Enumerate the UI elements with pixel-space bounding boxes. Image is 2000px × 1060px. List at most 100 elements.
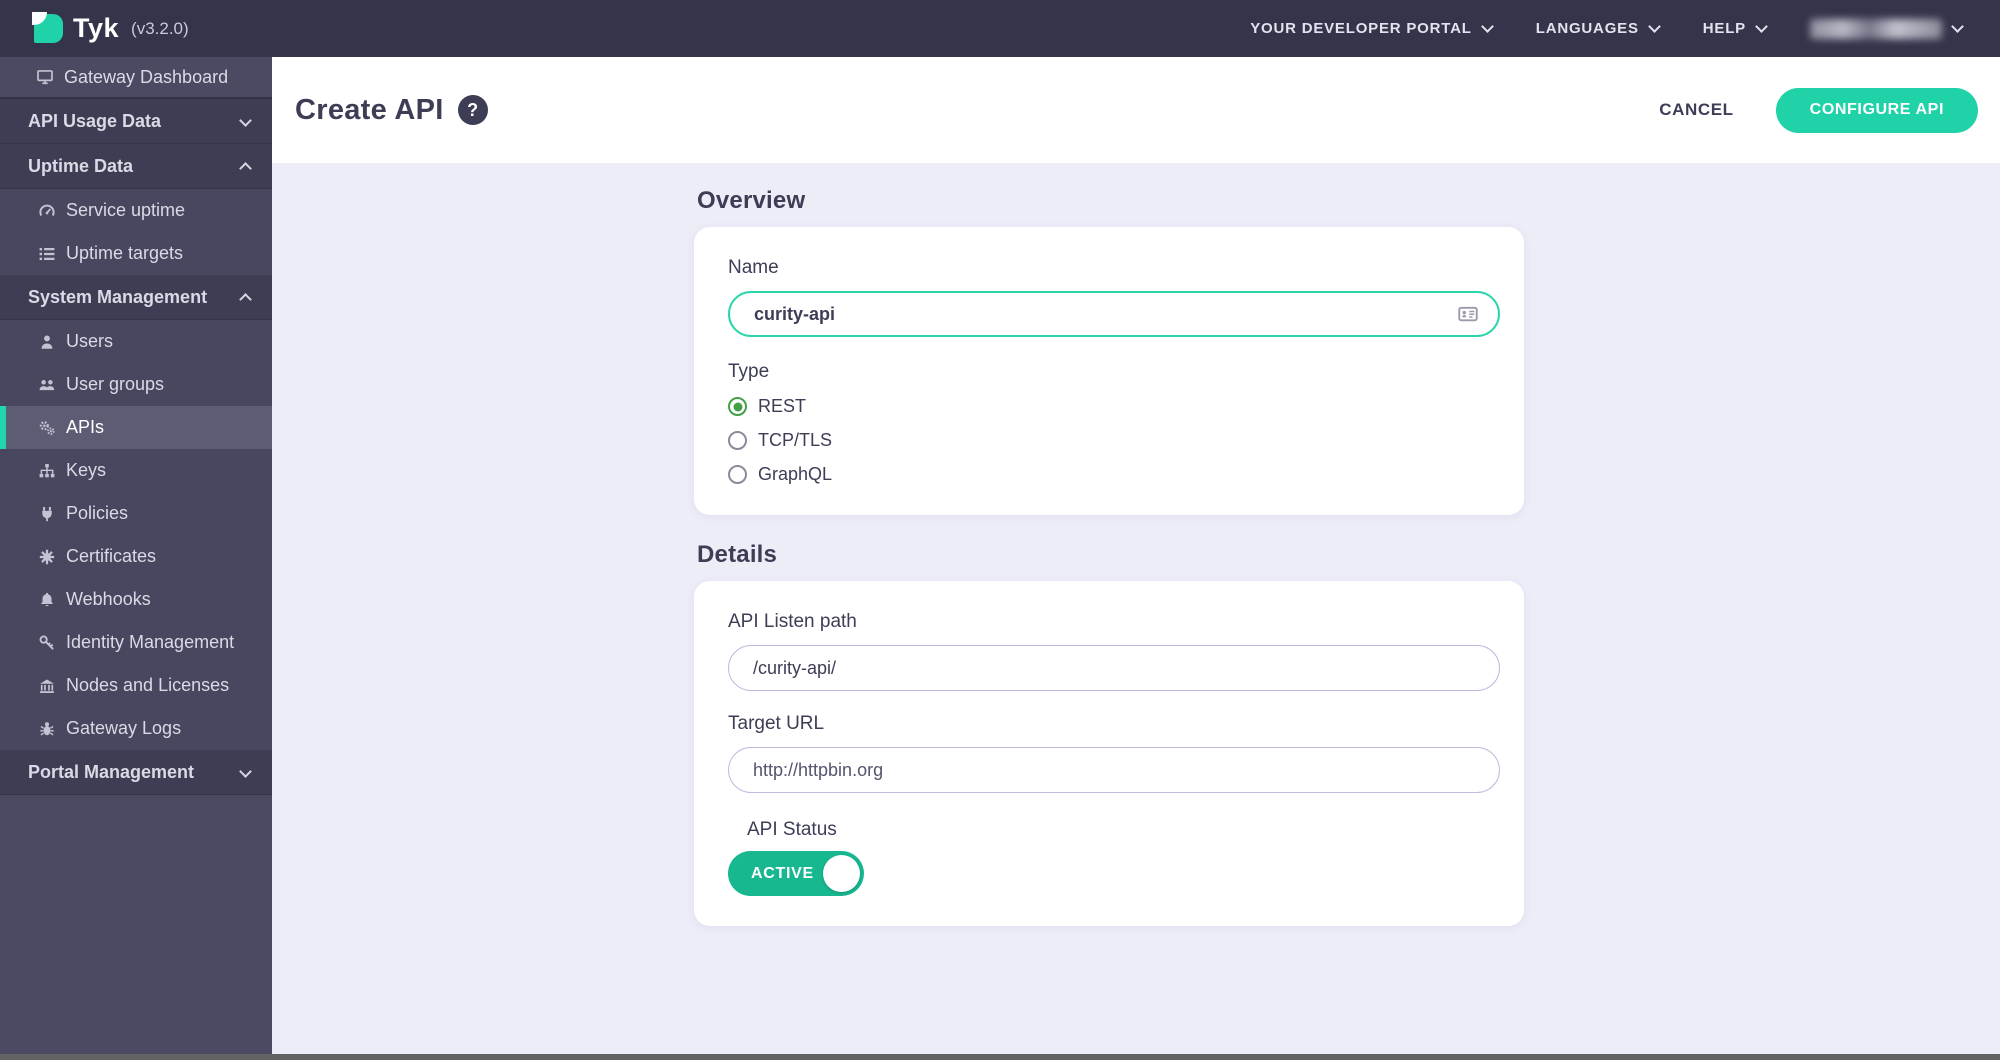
type-label: Type	[728, 361, 770, 382]
details-heading: Details	[697, 541, 778, 568]
sidebar-item-label: Nodes and Licenses	[66, 675, 230, 695]
tyk-logo[interactable]: Tyk (v3.2.0)	[0, 12, 189, 44]
sidebar-item-policies[interactable]: Policies	[0, 492, 272, 535]
sidebar-item-webhooks[interactable]: Webhooks	[0, 578, 272, 621]
sidebar-item-certificates[interactable]: Certificates	[0, 535, 272, 578]
sidebar-item-identity-management[interactable]: Identity Management	[0, 621, 272, 664]
list-icon	[38, 245, 56, 263]
certificate-seal-icon	[38, 548, 56, 566]
radio-unselected-icon[interactable]	[728, 465, 747, 484]
gauge-icon	[38, 202, 56, 220]
toggle-active-label: ACTIVE	[751, 864, 814, 882]
sidebar-item-label: Gateway Logs	[66, 718, 182, 738]
sidebar-section-system-management[interactable]: System Management	[0, 275, 272, 320]
sidebar-item-label: Policies	[66, 503, 129, 523]
window-bottom-edge	[0, 1054, 2000, 1060]
overview-card: Name Type REST TCP/TLS	[694, 227, 1524, 515]
languages-menu[interactable]: LANGUAGES	[1535, 19, 1661, 37]
developer-portal-menu[interactable]: YOUR DEVELOPER PORTAL	[1250, 19, 1494, 37]
configure-api-button[interactable]: CONFIGURE API	[1775, 87, 1978, 133]
chevron-down-icon	[239, 764, 252, 778]
radio-label: TCP/TLS	[758, 430, 833, 450]
listen-path-input-wrap	[728, 645, 1500, 691]
help-label: HELP	[1702, 20, 1746, 37]
api-status-toggle[interactable]: ACTIVE	[728, 851, 864, 896]
radio-option-rest[interactable]: REST	[728, 396, 1498, 417]
sidebar-section-portal-management[interactable]: Portal Management	[0, 750, 272, 795]
sidebar-section-label: System Management	[28, 286, 208, 307]
key-icon	[38, 634, 56, 652]
overview-heading: Overview	[697, 187, 806, 214]
sidebar-item-service-uptime[interactable]: Service uptime	[0, 189, 272, 232]
bug-icon	[38, 720, 56, 738]
header-actions: CANCEL CONFIGURE API	[1659, 87, 1978, 133]
help-icon[interactable]: ?	[457, 95, 488, 125]
bell-icon	[38, 591, 56, 609]
user-menu[interactable]	[1810, 18, 1964, 39]
sidebar-item-label: Users	[66, 331, 114, 351]
sidebar-section-api-usage-data[interactable]: API Usage Data	[0, 99, 272, 144]
sidebar-item-label: Uptime targets	[66, 243, 184, 263]
sidebar-item-users[interactable]: Users	[0, 320, 272, 363]
cancel-button[interactable]: CANCEL	[1659, 100, 1733, 120]
sidebar-item-user-groups[interactable]: User groups	[0, 363, 272, 406]
sidebar-item-uptime-targets[interactable]: Uptime targets	[0, 232, 272, 275]
brand-name: Tyk	[73, 13, 120, 43]
chevron-up-icon	[239, 292, 252, 306]
radio-label: REST	[758, 396, 807, 416]
sitemap-icon	[38, 462, 56, 480]
form-column: Overview Name Type REST	[694, 187, 1524, 926]
radio-selected-icon[interactable]	[728, 397, 747, 416]
toggle-knob[interactable]	[823, 855, 860, 892]
page-title: Create API	[295, 93, 444, 126]
target-url-label: Target URL	[728, 713, 825, 734]
sidebar-item-keys[interactable]: Keys	[0, 449, 272, 492]
type-block: Type REST TCP/TLS GraphQL	[728, 361, 1498, 485]
developer-portal-label: YOUR DEVELOPER PORTAL	[1250, 20, 1472, 37]
user-icon	[38, 333, 56, 351]
radio-label: GraphQL	[758, 464, 833, 484]
plug-icon	[38, 505, 56, 523]
help-menu[interactable]: HELP	[1702, 19, 1768, 37]
cogs-icon	[38, 419, 56, 437]
radio-option-tcp-tls[interactable]: TCP/TLS	[728, 430, 1498, 451]
listen-path-input[interactable]	[728, 645, 1500, 691]
name-input-wrap	[728, 291, 1500, 337]
sidebar-item-label: User groups	[66, 374, 165, 394]
api-status-label: API Status	[747, 819, 837, 840]
target-url-input[interactable]	[728, 747, 1500, 793]
sidebar-item-label: Keys	[66, 460, 107, 480]
sidebar-section-uptime-data[interactable]: Uptime Data	[0, 144, 272, 189]
user-group-icon	[38, 376, 56, 394]
sidebar-filler	[0, 795, 272, 1060]
sidebar-section-label: API Usage Data	[28, 110, 162, 131]
sidebar-item-nodes-and-licenses[interactable]: Nodes and Licenses	[0, 664, 272, 707]
sidebar-item-label: Webhooks	[66, 589, 151, 609]
chevron-down-icon	[1647, 19, 1661, 33]
sidebar: Gateway Dashboard API Usage Data Uptime …	[0, 57, 272, 1060]
sidebar-item-gateway-dashboard[interactable]: Gateway Dashboard	[0, 57, 272, 99]
sidebar-section-label: Uptime Data	[28, 155, 134, 176]
user-name-blurred	[1810, 18, 1942, 39]
chevron-down-icon	[239, 113, 252, 127]
languages-label: LANGUAGES	[1535, 20, 1639, 37]
name-label: Name	[728, 257, 779, 278]
id-card-icon	[1458, 304, 1478, 324]
details-card: API Listen path Target URL API Status AC…	[694, 581, 1524, 926]
sidebar-section-label: Portal Management	[28, 761, 195, 782]
chevron-down-icon	[1755, 19, 1768, 33]
topbar-menu: YOUR DEVELOPER PORTAL LANGUAGES HELP	[1250, 18, 2000, 39]
radio-unselected-icon[interactable]	[728, 431, 747, 450]
page-header: Create API ? CANCEL CONFIGURE API	[272, 57, 2000, 163]
sidebar-item-apis[interactable]: APIs	[0, 406, 272, 449]
listen-path-label: API Listen path	[728, 611, 857, 632]
sidebar-item-gateway-logs[interactable]: Gateway Logs	[0, 707, 272, 750]
chevron-down-icon	[1951, 19, 1964, 33]
radio-option-graphql[interactable]: GraphQL	[728, 464, 1498, 485]
version-label: (v3.2.0)	[131, 18, 189, 38]
topbar: Tyk (v3.2.0) YOUR DEVELOPER PORTAL LANGU…	[0, 0, 2000, 57]
bank-icon	[38, 677, 56, 695]
name-input[interactable]	[728, 291, 1500, 337]
main-area: Create API ? CANCEL CONFIGURE API Overvi…	[272, 57, 2000, 1060]
tyk-leaf-icon	[32, 12, 63, 43]
